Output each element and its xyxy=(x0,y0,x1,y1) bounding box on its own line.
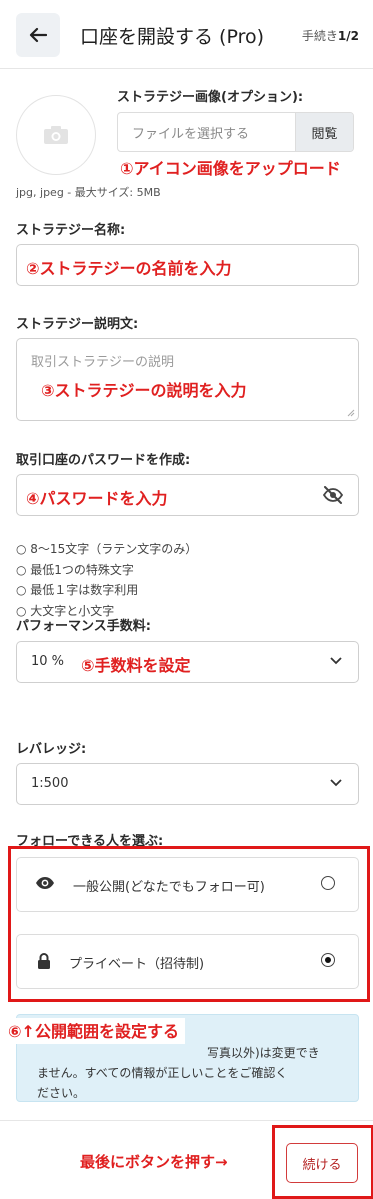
option-private[interactable]: プライベート（招待制) xyxy=(16,934,359,989)
annotation-description: ③ストラテジーの説明を入力 xyxy=(41,381,247,400)
password-input[interactable]: ④パスワードを入力 xyxy=(16,474,359,516)
file-hint: jpg, jpeg - 最大サイズ: 5MB xyxy=(16,186,161,199)
option-private-label: プライベート（招待制) xyxy=(69,957,205,972)
strategy-image-label: ストラテジー画像(オプション): xyxy=(117,90,304,105)
annotation-upload: ①アイコン画像をアップロード xyxy=(120,159,341,178)
header-divider xyxy=(0,68,373,69)
requirement-item: ○ 最低1つの特殊文字 xyxy=(16,562,134,577)
camera-icon xyxy=(44,126,68,144)
notice-text: 写真以外)は変更でき ません。すべての情報が正しいことをご確認く ださい。 xyxy=(37,1046,320,1100)
password-label: 取引口座のパスワードを作成: xyxy=(16,453,191,468)
eye-icon xyxy=(36,877,54,889)
annotation-password: ④パスワードを入力 xyxy=(26,489,168,508)
option-public[interactable]: 一般公開(どなたでもフォロー可) xyxy=(16,857,359,912)
performance-fee-select[interactable]: 10 % ⑤手数料を設定 xyxy=(16,641,359,683)
lock-icon xyxy=(38,953,50,969)
leverage-label: レバレッジ: xyxy=(16,742,87,757)
performance-fee-label: パフォーマンス手数料: xyxy=(16,619,151,634)
browse-button[interactable]: 閲覧 xyxy=(295,113,353,151)
description-placeholder: 取引ストラテジーの説明 xyxy=(31,355,175,370)
leverage-select[interactable]: 1:500 xyxy=(16,763,359,805)
leverage-value: 1:500 xyxy=(31,776,69,791)
arrow-left-icon xyxy=(29,27,47,43)
password-requirements: ○ 8〜15文字（ラテン文字のみ） ○ 最低1つの特殊文字 ○ 最低１字は数字利… xyxy=(16,540,197,622)
back-button[interactable] xyxy=(16,13,60,57)
chevron-down-icon xyxy=(330,657,342,665)
file-input[interactable]: ファイルを選択する 閲覧 xyxy=(117,112,354,152)
resize-handle-icon[interactable] xyxy=(347,409,355,417)
step-indicator: 手続き1/2 xyxy=(301,29,359,43)
strategy-description-label: ストラテジー説明文: xyxy=(16,317,139,332)
chevron-down-icon xyxy=(330,779,342,787)
requirement-item: ○ 最低１字は数字利用 xyxy=(16,583,139,597)
radio-private[interactable] xyxy=(321,953,335,967)
radio-public[interactable] xyxy=(321,876,335,890)
strategy-name-label: ストラテジー名称: xyxy=(16,223,126,238)
eye-slash-icon[interactable] xyxy=(322,486,344,504)
file-placeholder: ファイルを選択する xyxy=(132,127,250,142)
footer-divider xyxy=(0,1120,373,1121)
requirement-item: ○ 8〜15文字（ラテン文字のみ） xyxy=(16,542,198,556)
radio-selected-dot xyxy=(324,956,331,963)
strategy-description-textarea[interactable]: 取引ストラテジーの説明 ③ストラテジーの説明を入力 xyxy=(16,338,359,421)
annotation-continue: 最後にボタンを押す→ xyxy=(80,1153,228,1171)
annotation-visibility: ⑥↑公開範囲を設定する xyxy=(8,1018,185,1044)
performance-fee-value: 10 % xyxy=(31,654,65,669)
continue-button[interactable]: 続ける xyxy=(286,1143,358,1183)
annotation-fee: ⑤手数料を設定 xyxy=(81,656,191,675)
annotation-name: ②ストラテジーの名前を入力 xyxy=(26,259,232,278)
avatar-upload[interactable] xyxy=(16,95,96,175)
page-title: 口座を開設する (Pro) xyxy=(80,26,265,48)
strategy-name-input[interactable]: ②ストラテジーの名前を入力 xyxy=(16,244,359,286)
option-public-label: 一般公開(どなたでもフォロー可) xyxy=(73,880,265,895)
